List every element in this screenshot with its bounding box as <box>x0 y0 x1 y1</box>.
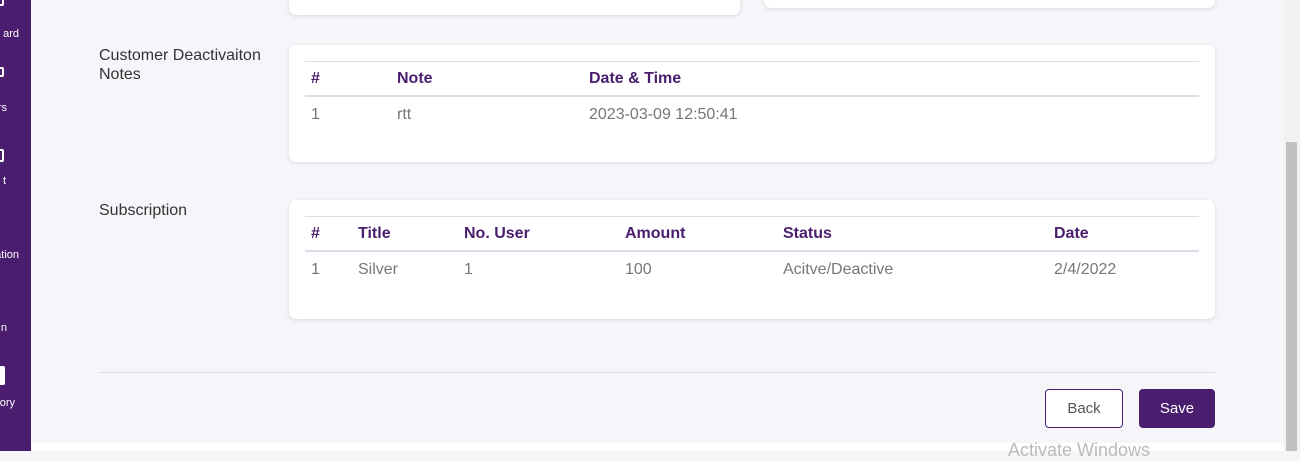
scrollbar-thumb[interactable] <box>1286 142 1297 451</box>
column-header: Date <box>1048 216 1199 252</box>
table-cell: 1 <box>311 106 320 123</box>
table-row: 1 Silver 1 100 Acitve/Deactive 2/4/2022 <box>305 251 1199 288</box>
dashboard-icon <box>0 0 4 6</box>
table-cell: Silver <box>358 261 399 278</box>
users-icon <box>0 67 4 77</box>
info-card-right <box>764 0 1215 8</box>
column-header: Note <box>391 61 583 97</box>
column-header: # <box>305 216 352 252</box>
table-cell: 1 <box>464 261 473 278</box>
table-row: 1 rtt 2023-03-09 12:50:41 <box>305 96 1199 133</box>
sidebar-item-label: t <box>2 175 6 187</box>
table-cell: 100 <box>625 261 652 278</box>
table-cell: 1 <box>311 261 320 278</box>
deactivation-notes-table: # Note Date & Time 1 rtt 2023-03-09 12:5… <box>305 61 1199 133</box>
column-header: Date & Time <box>583 61 1199 97</box>
sidebar-item-label: ation <box>0 249 19 261</box>
column-header: No. User <box>458 216 619 252</box>
table-cell: 2023-03-09 12:50:41 <box>589 106 738 123</box>
table-cell: Acitve/Deactive <box>783 261 894 278</box>
table-header-row: # Title No. User Amount Status Date <box>305 216 1199 252</box>
sidebar-item-label: ory <box>0 397 15 409</box>
table-cell: rtt <box>397 106 412 123</box>
sidebar: ard rs t ation n ory <box>0 0 31 451</box>
table-cell: 2/4/2022 <box>1054 261 1117 278</box>
subscription-label: Subscription <box>99 202 188 219</box>
subscription-card: # Title No. User Amount Status Date 1 Si… <box>289 200 1215 319</box>
back-button[interactable]: Back <box>1045 389 1123 428</box>
sidebar-item-label: ard <box>3 28 19 40</box>
deactivation-notes-card: # Note Date & Time 1 rtt 2023-03-09 12:5… <box>289 45 1215 162</box>
column-header: Title <box>352 216 458 252</box>
scrollbar[interactable] <box>1284 0 1300 451</box>
column-header: Amount <box>619 216 777 252</box>
column-header: Status <box>777 216 1048 252</box>
history-icon <box>0 366 5 385</box>
report-icon <box>0 149 4 162</box>
column-header: # <box>305 61 391 97</box>
deactivation-notes-label: Customer Deactivaiton Notes <box>99 47 261 83</box>
save-button[interactable]: Save <box>1139 389 1215 428</box>
table-header-row: # Note Date & Time <box>305 61 1199 97</box>
sidebar-item-label: rs <box>0 102 7 114</box>
info-card-left <box>289 0 740 15</box>
sidebar-item-label: n <box>0 322 7 334</box>
divider <box>99 372 1215 373</box>
subscription-table: # Title No. User Amount Status Date 1 Si… <box>305 216 1199 288</box>
